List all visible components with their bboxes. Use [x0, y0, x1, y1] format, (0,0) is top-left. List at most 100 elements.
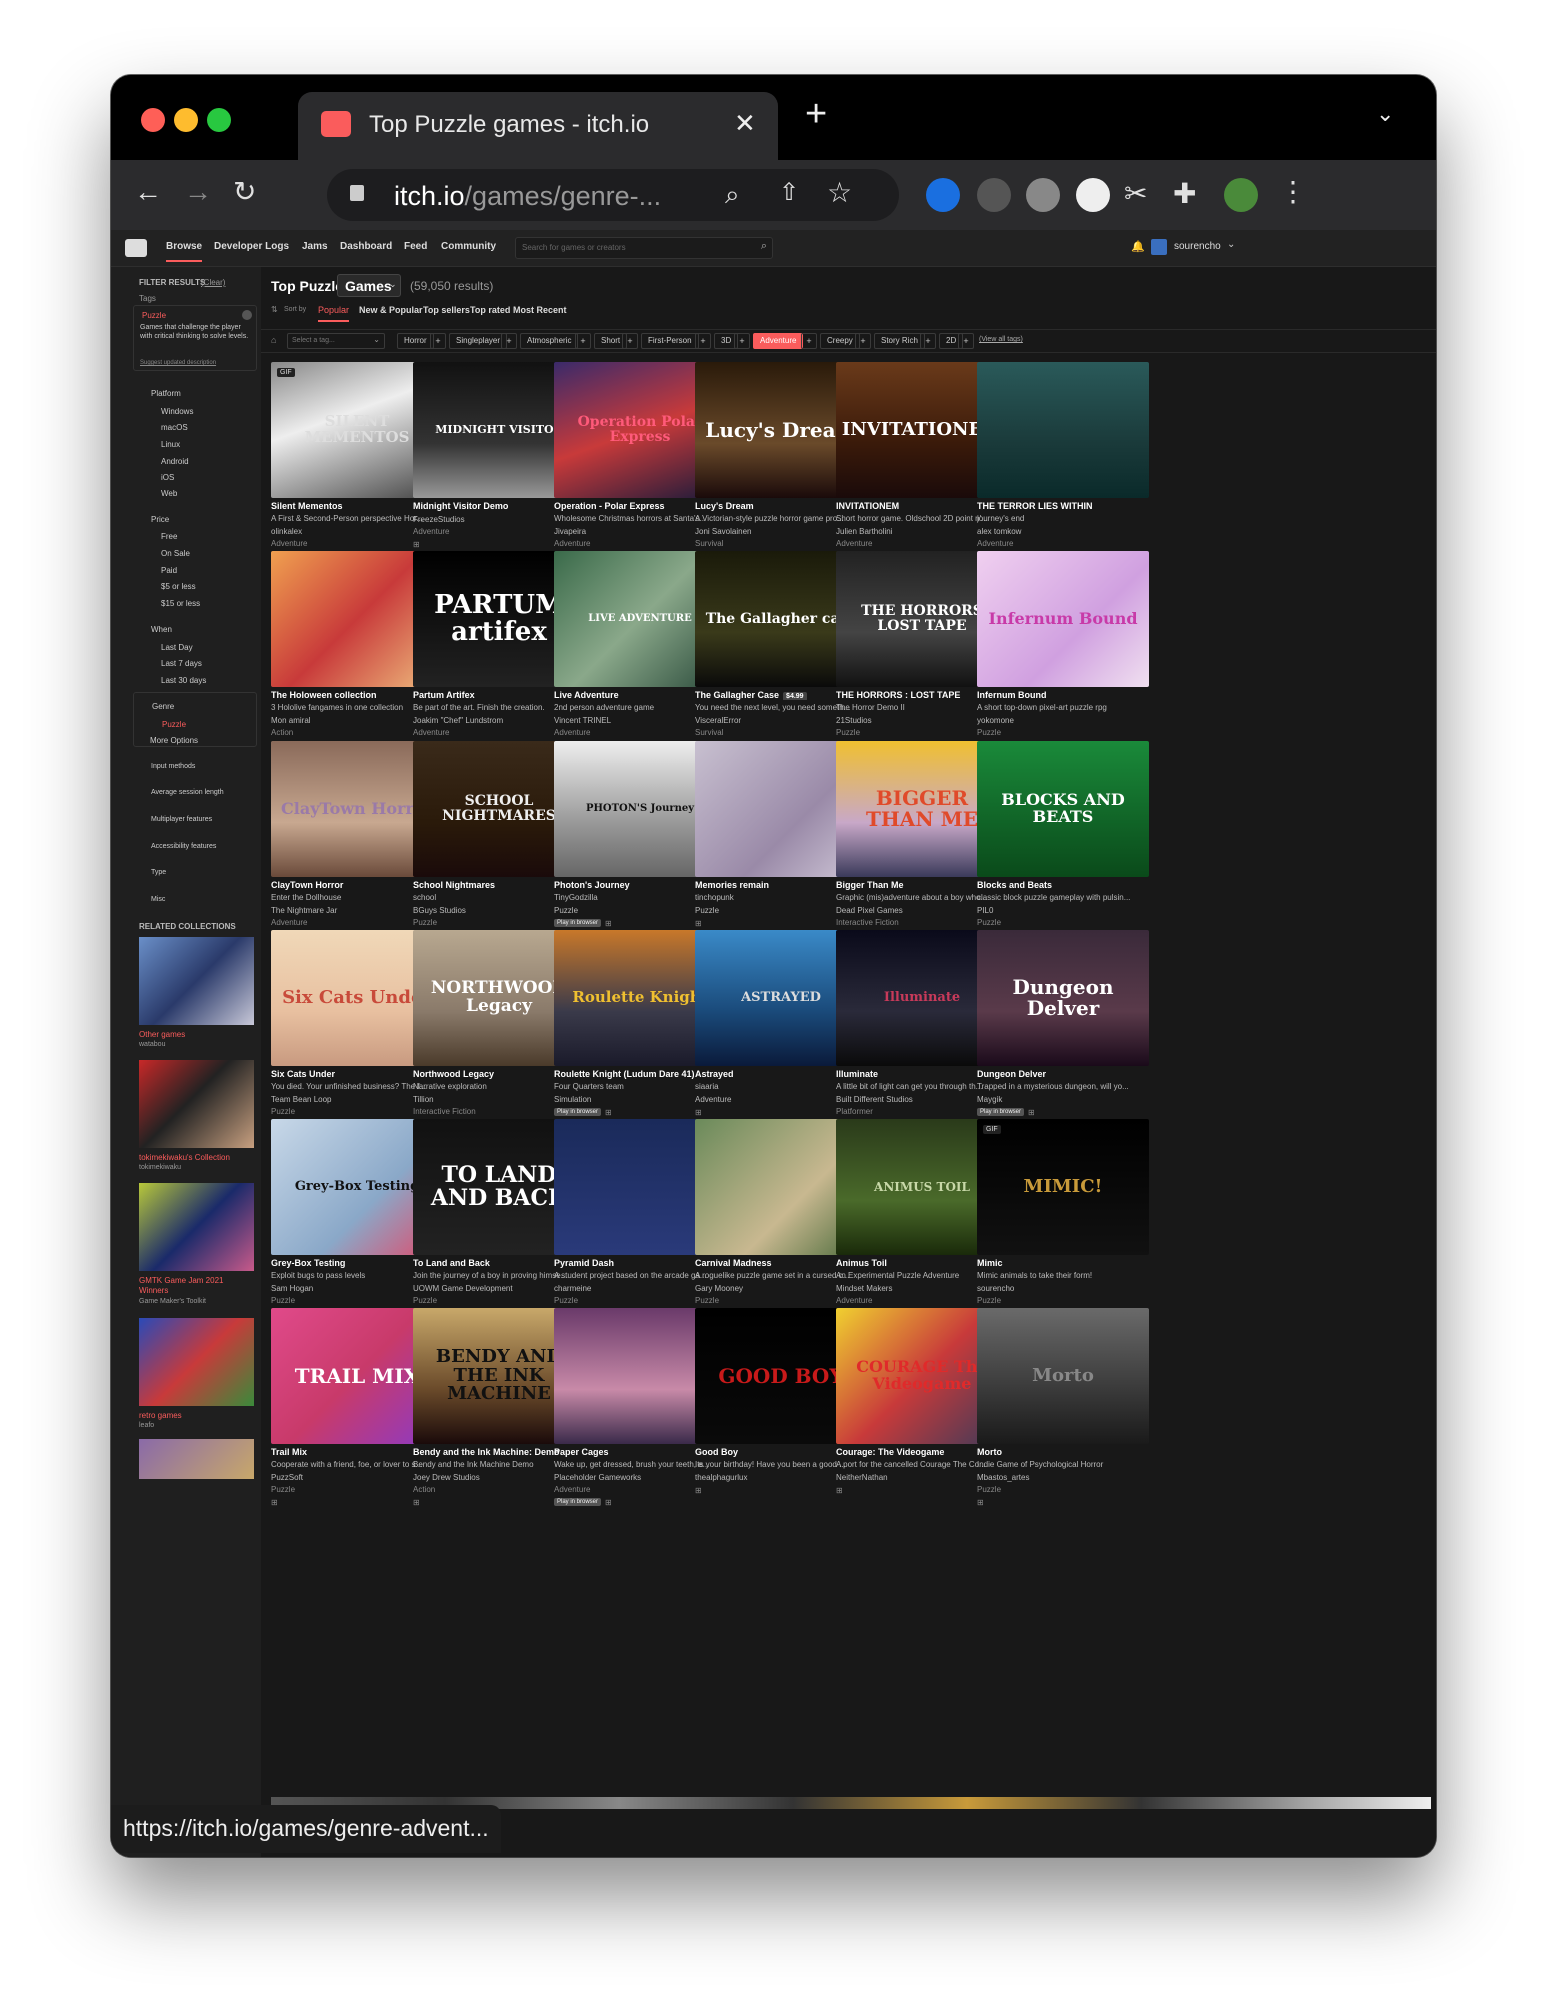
dots-extension-icon[interactable]	[1076, 178, 1110, 212]
game-card[interactable]: BLOCKS AND BEATS Blocks and Beats classic …	[977, 741, 1149, 940]
genre-puzzle-selected[interactable]: Puzzle	[162, 720, 186, 729]
when-last-7-days[interactable]: Last 7 days	[161, 659, 202, 668]
add-tag-first-person[interactable]: +	[695, 333, 711, 349]
scissors-extension-icon[interactable]: ✂	[1124, 180, 1147, 208]
filter-session-length[interactable]: Average session length	[151, 789, 224, 796]
game-author[interactable]: Mbastos_artes	[977, 1473, 1149, 1482]
price-on-sale[interactable]: On Sale	[161, 549, 190, 558]
add-tag-story-rich[interactable]: +	[920, 333, 936, 349]
game-thumbnail[interactable]	[977, 362, 1149, 498]
add-tag-2d[interactable]: +	[958, 333, 974, 349]
close-window-button[interactable]	[141, 108, 165, 132]
tag-select[interactable]: Select a tag... ⌄	[287, 333, 385, 349]
game-author[interactable]: sourencho	[977, 1284, 1149, 1293]
browser-menu-icon[interactable]: ⋮	[1279, 178, 1307, 206]
search-icon[interactable]: ⌕	[761, 240, 767, 253]
puzzle-tag-active[interactable]: Puzzle	[142, 311, 166, 320]
maximize-window-button[interactable]	[207, 108, 231, 132]
platform-linux[interactable]: Linux	[161, 440, 180, 449]
genre-more-options[interactable]: More Options	[150, 736, 198, 745]
collection-thumb[interactable]	[139, 937, 254, 1025]
collection-owner[interactable]: Game Maker's Toolkit	[139, 1298, 206, 1305]
game-title[interactable]: Infernum Bound	[977, 690, 1149, 700]
game-thumbnail[interactable]: Morto	[977, 1308, 1149, 1444]
game-thumbnail[interactable]: MIMIC! GIF	[977, 1119, 1149, 1255]
price-paid[interactable]: Paid	[161, 566, 177, 575]
game-card[interactable]: Dungeon Delver Dungeon Delver Trapped in a…	[977, 930, 1149, 1117]
share-icon[interactable]: ⇧	[779, 181, 799, 205]
adblock-extension-icon[interactable]	[1026, 178, 1060, 212]
reload-icon[interactable]: ↻	[233, 178, 256, 206]
filter-multiplayer[interactable]: Multiplayer features	[151, 816, 212, 823]
tag-creepy[interactable]: Creepy	[820, 333, 860, 349]
sort-top-rated[interactable]: Top rated	[470, 305, 510, 315]
game-card[interactable]: Morto Morto Indie Game of Psychological Ho…	[977, 1308, 1149, 1507]
game-title[interactable]: THE TERROR LIES WITHIN	[977, 501, 1149, 511]
platform-ios[interactable]: iOS	[161, 473, 174, 482]
game-thumbnail[interactable]: Infernum Bound	[977, 551, 1149, 687]
game-title[interactable]: Blocks and Beats	[977, 880, 1149, 890]
tab-search-chevron-icon[interactable]: ⌄	[1376, 101, 1394, 127]
price-5-or-less[interactable]: $5 or less	[161, 582, 196, 591]
category-dropdown[interactable]: Games ⌄	[337, 274, 401, 297]
onepassword-extension-icon[interactable]	[926, 178, 960, 212]
game-author[interactable]: Maygik	[977, 1095, 1149, 1104]
when-last-30-days[interactable]: Last 30 days	[161, 676, 206, 685]
add-tag-creepy[interactable]: +	[855, 333, 871, 349]
add-tag-atmospheric[interactable]: +	[575, 333, 591, 349]
tag-story-rich[interactable]: Story Rich	[874, 333, 925, 349]
back-icon[interactable]: ←	[134, 178, 162, 206]
extensions-puzzle-icon[interactable]: ✚	[1173, 180, 1196, 208]
view-all-tags-link[interactable]: (View all tags)	[979, 336, 1023, 343]
add-tag-horror[interactable]: +	[430, 333, 446, 349]
game-card[interactable]: MIMIC! GIF Mimic Mimic animals to take thei…	[977, 1119, 1149, 1318]
remove-puzzle-tag-icon[interactable]	[242, 310, 252, 320]
nav-dashboard[interactable]: Dashboard	[340, 241, 392, 252]
nav-community[interactable]: Community	[441, 241, 496, 252]
price-free[interactable]: Free	[161, 532, 177, 541]
tag-adventure-active[interactable]: Adventure	[753, 333, 804, 349]
forward-icon[interactable]: →	[184, 178, 212, 206]
nav-browse[interactable]: Browse	[166, 241, 203, 262]
nav-feed[interactable]: Feed	[404, 241, 427, 252]
game-card[interactable]: Infernum Bound Infernum Bound A short top-…	[977, 551, 1149, 750]
add-tag-3d[interactable]: +	[734, 333, 750, 349]
sort-new-popular[interactable]: New & Popular	[359, 305, 423, 315]
user-menu-chevron-icon[interactable]: ⌄	[1227, 239, 1235, 250]
game-card[interactable]: THE TERROR LIES WITHIN journey's end alex …	[977, 362, 1149, 561]
game-author[interactable]: alex tomkow	[977, 527, 1149, 536]
itch-logo-icon[interactable]	[125, 239, 147, 257]
collection-name[interactable]: GMTK Game Jam 2021 Winners	[139, 1276, 249, 1295]
add-tag-singleplayer[interactable]: +	[501, 333, 517, 349]
filter-input-methods[interactable]: Input methods	[151, 763, 195, 770]
nav-jams[interactable]: Jams	[302, 241, 328, 252]
collection-thumb[interactable]	[139, 1318, 254, 1406]
when-last-day[interactable]: Last Day	[161, 643, 193, 652]
game-title[interactable]: Mimic	[977, 1258, 1149, 1268]
collection-thumb[interactable]	[139, 1060, 254, 1148]
game-title[interactable]: Dungeon Delver	[977, 1069, 1149, 1079]
tag-atmospheric[interactable]: Atmospheric	[520, 333, 579, 349]
tag-horror[interactable]: Horror	[397, 333, 434, 349]
itch-search-input[interactable]: Search for games or creators ⌕	[515, 237, 773, 259]
tag-singleplayer[interactable]: Singleplayer	[449, 333, 508, 349]
clear-filters-link[interactable]: (Clear)	[201, 278, 225, 287]
platform-web[interactable]: Web	[161, 489, 177, 498]
game-title[interactable]: Morto	[977, 1447, 1149, 1457]
game-author[interactable]: PIL0	[977, 906, 1149, 915]
close-tab-icon[interactable]: ✕	[734, 108, 756, 139]
platform-heading[interactable]: Platform	[151, 389, 181, 398]
add-tag-adventure[interactable]: +	[801, 333, 817, 349]
game-thumbnail[interactable]: BLOCKS AND BEATS	[977, 741, 1149, 877]
minimize-window-button[interactable]	[174, 108, 198, 132]
game-author[interactable]: yokomone	[977, 716, 1149, 725]
new-tab-icon[interactable]: +	[805, 95, 827, 133]
notification-bell-icon[interactable]: 🔔	[1131, 240, 1145, 253]
collection-owner[interactable]: watabou	[139, 1041, 165, 1048]
filter-accessibility[interactable]: Accessibility features	[151, 843, 216, 850]
price-heading[interactable]: Price	[151, 515, 169, 524]
platform-windows[interactable]: Windows	[161, 407, 193, 416]
filter-misc[interactable]: Misc	[151, 896, 165, 903]
user-avatar[interactable]	[1151, 239, 1167, 255]
when-heading[interactable]: When	[151, 625, 172, 634]
